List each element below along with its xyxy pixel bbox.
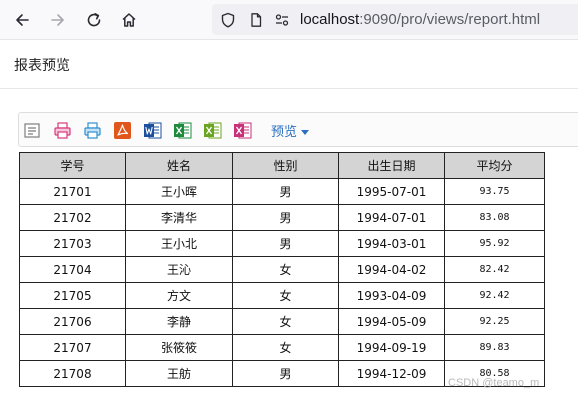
print-layout-button[interactable] <box>23 121 42 140</box>
table-row: 21704 王沁 女 1994-04-02 82.42 <box>19 256 545 283</box>
excel-export-icon <box>234 122 252 139</box>
preview-dropdown[interactable]: 预览 <box>271 121 310 140</box>
print-icon <box>54 122 71 139</box>
table-row: 21707 张筱筱 女 1994-09-19 89.83 <box>19 334 545 361</box>
cell-birth-date: 1994-05-09 <box>338 308 445 335</box>
cell-gender: 男 <box>232 178 339 205</box>
cell-birth-date: 1994-12-09 <box>338 360 445 387</box>
cell-birth-date: 1995-07-01 <box>338 178 445 205</box>
pdf-export-button[interactable] <box>113 121 132 140</box>
chevron-down-icon <box>301 130 310 135</box>
table-row: 21701 王小晖 男 1995-07-01 93.75 <box>19 178 545 205</box>
cell-name: 李静 <box>125 308 233 335</box>
cell-birth-date: 1994-09-19 <box>338 334 445 361</box>
cell-gender: 女 <box>232 256 339 283</box>
cell-name: 王沁 <box>125 256 233 283</box>
url-path: :9090/pro/views/report.html <box>359 11 541 28</box>
forward-button[interactable] <box>46 8 70 32</box>
cell-student-id: 21708 <box>19 360 126 387</box>
cell-student-id: 21704 <box>19 256 126 283</box>
excel-image-export-button[interactable] <box>233 121 252 140</box>
cell-average-score: 95.92 <box>444 230 545 257</box>
browser-toolbar: localhost:9090/pro/views/report.html <box>0 0 578 40</box>
excel-icon <box>174 122 192 139</box>
report-toolbar: 预览 <box>18 112 578 147</box>
back-arrow-icon <box>16 14 29 26</box>
home-button[interactable] <box>117 8 141 32</box>
url-text[interactable]: localhost:9090/pro/views/report.html <box>300 10 540 29</box>
cell-student-id: 21706 <box>19 308 126 335</box>
cell-birth-date: 1994-04-02 <box>338 256 445 283</box>
cell-average-score: 83.08 <box>444 204 545 231</box>
cell-gender: 男 <box>232 230 339 257</box>
cell-gender: 男 <box>232 204 339 231</box>
cell-student-id: 21705 <box>19 282 126 309</box>
home-icon <box>122 13 136 27</box>
word-icon <box>144 122 162 139</box>
table-row: 21702 李清华 男 1994-07-01 83.08 <box>19 204 545 231</box>
cell-name: 方文 <box>125 282 233 309</box>
print-setup-button[interactable] <box>83 121 102 140</box>
table-header-row: 学号 姓名 性别 出生日期 平均分 <box>19 152 545 179</box>
cell-birth-date: 1994-03-01 <box>338 230 445 257</box>
url-host: localhost <box>300 11 360 28</box>
watermark: CSDN @teamo_m <box>448 377 540 389</box>
table-row: 21705 方文 女 1993-04-09 92.42 <box>19 282 545 309</box>
cell-name: 王舫 <box>125 360 233 387</box>
header-average-score: 平均分 <box>444 152 545 179</box>
preview-label: 预览 <box>271 125 298 140</box>
cell-gender: 女 <box>232 282 339 309</box>
cell-name: 王小晖 <box>125 178 233 205</box>
word-export-button[interactable] <box>143 121 162 140</box>
print-layout-icon <box>24 123 40 138</box>
cell-student-id: 21701 <box>19 178 126 205</box>
print-button[interactable] <box>53 121 72 140</box>
excel-alt-export-button[interactable] <box>203 121 222 140</box>
cell-average-score: 89.83 <box>444 334 545 361</box>
cell-average-score: 92.25 <box>444 308 545 335</box>
cell-name: 张筱筱 <box>125 334 233 361</box>
pdf-icon <box>114 122 131 139</box>
header-student-id: 学号 <box>19 152 126 179</box>
table-row: 21706 李静 女 1994-05-09 92.25 <box>19 308 545 335</box>
cell-average-score: 92.42 <box>444 282 545 309</box>
cell-gender: 女 <box>232 334 339 361</box>
cell-birth-date: 1993-04-09 <box>338 282 445 309</box>
reload-button[interactable] <box>82 8 106 32</box>
header-gender: 性别 <box>232 152 339 179</box>
cell-name: 李清华 <box>125 204 233 231</box>
excel-export-button[interactable] <box>173 121 192 140</box>
cell-birth-date: 1994-07-01 <box>338 204 445 231</box>
page-icon[interactable] <box>248 12 264 28</box>
report-table: 学号 姓名 性别 出生日期 平均分 21701 王小晖 男 1995-07-01… <box>19 152 545 387</box>
cell-average-score: 93.75 <box>444 178 545 205</box>
cell-student-id: 21703 <box>19 230 126 257</box>
cell-student-id: 21702 <box>19 204 126 231</box>
cell-average-score: 82.42 <box>444 256 545 283</box>
page-title: 报表预览 <box>14 58 70 74</box>
header-birth-date: 出生日期 <box>338 152 445 179</box>
permissions-icon[interactable] <box>274 12 290 28</box>
print-setup-icon <box>84 122 101 139</box>
cell-gender: 男 <box>232 360 339 387</box>
table-row: 21703 王小北 男 1994-03-01 95.92 <box>19 230 545 257</box>
cell-name: 王小北 <box>125 230 233 257</box>
back-button[interactable] <box>10 8 34 32</box>
cell-student-id: 21707 <box>19 334 126 361</box>
reload-icon <box>87 13 101 27</box>
title-divider <box>0 88 578 89</box>
excel-alt-icon <box>204 122 222 139</box>
shield-icon[interactable] <box>220 12 236 28</box>
header-name: 姓名 <box>125 152 233 179</box>
address-bar[interactable]: localhost:9090/pro/views/report.html <box>212 4 578 35</box>
cell-gender: 女 <box>232 308 339 335</box>
forward-arrow-icon <box>51 14 64 26</box>
